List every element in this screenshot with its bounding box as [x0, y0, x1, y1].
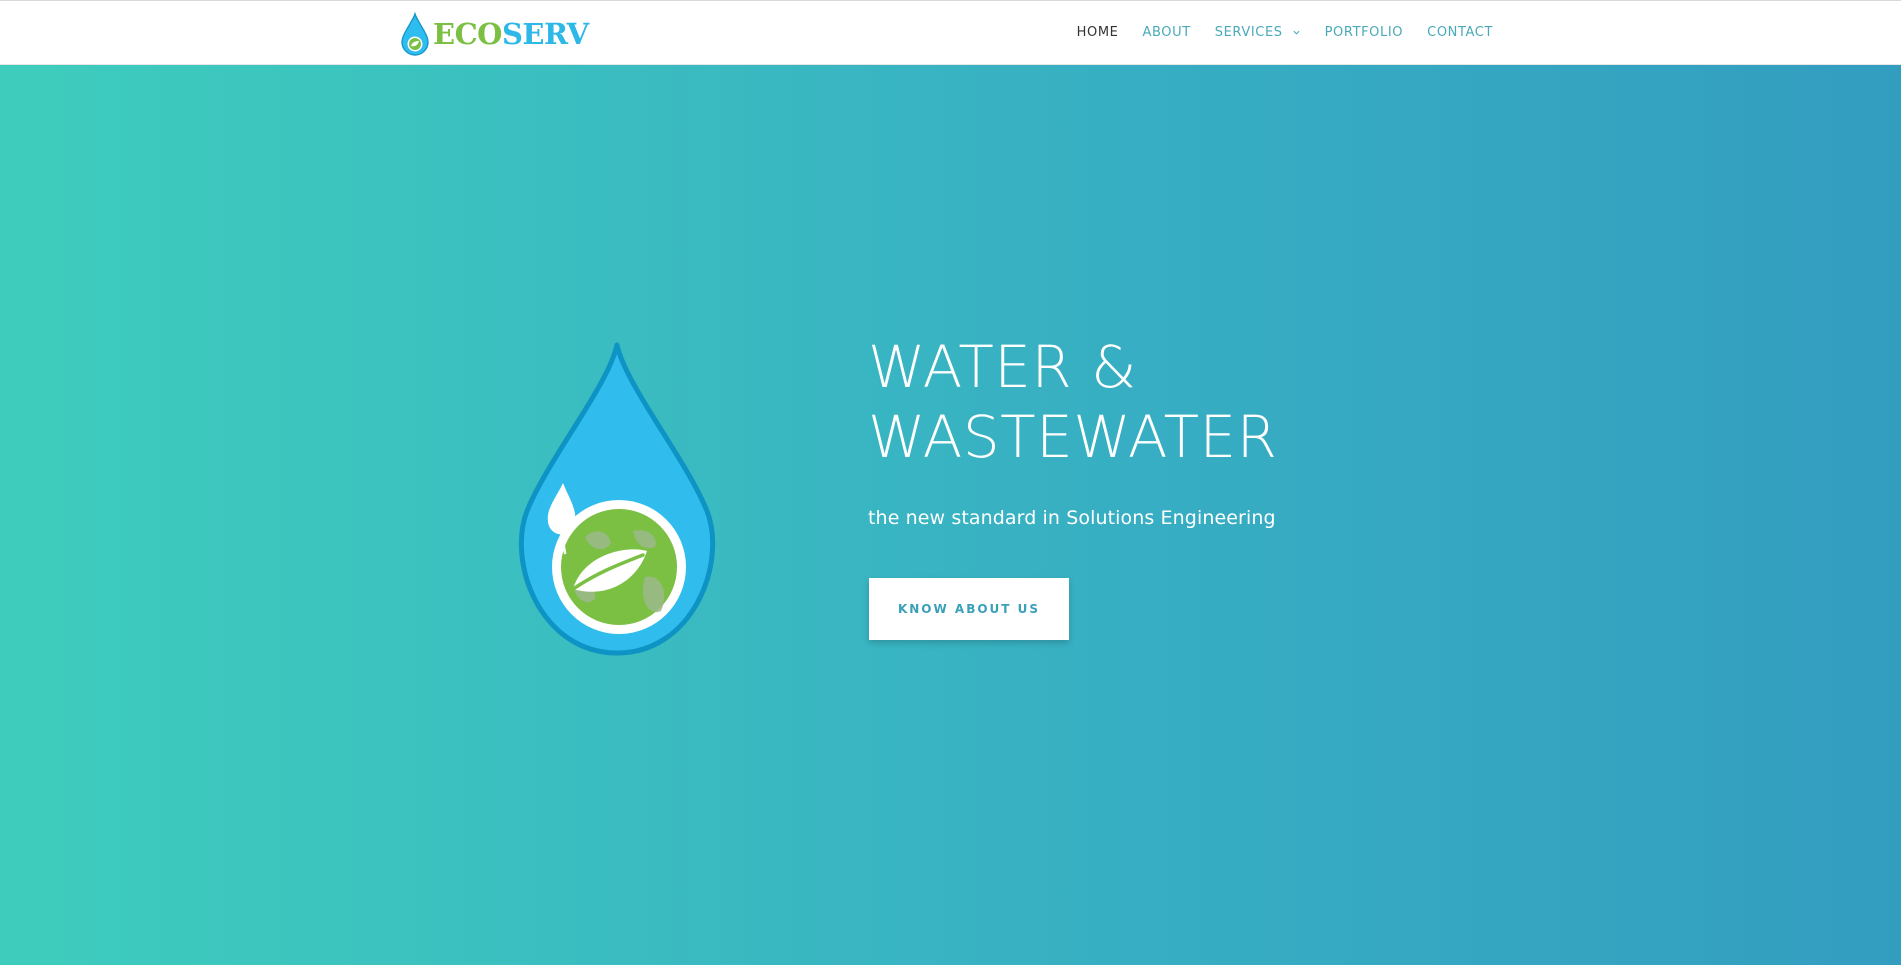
- site-header: ECOSERV HOME ABOUT SERVICES PORTFOLIO CO…: [0, 0, 1901, 65]
- main-nav: HOME ABOUT SERVICES PORTFOLIO CONTACT: [1077, 1, 1493, 64]
- chevron-down-icon: [1293, 30, 1300, 35]
- hero-title-line-2: WASTEWATER: [868, 403, 1278, 471]
- brand-name: ECOSERV: [433, 16, 589, 51]
- nav-item-portfolio[interactable]: PORTFOLIO: [1325, 25, 1404, 40]
- nav-item-services-label: SERVICES: [1214, 25, 1283, 40]
- hero-section: WATER & WASTEWATER the new standard in S…: [0, 65, 1901, 965]
- brand-logo[interactable]: ECOSERV: [400, 12, 589, 56]
- brand-name-serv: SERV: [501, 16, 589, 51]
- nav-item-contact[interactable]: CONTACT: [1427, 25, 1493, 40]
- logo-drop-icon: [401, 12, 429, 56]
- hero-title: WATER & WASTEWATER: [868, 332, 1388, 472]
- nav-item-about[interactable]: ABOUT: [1142, 25, 1190, 40]
- nav-item-services[interactable]: SERVICES: [1215, 25, 1301, 40]
- water-drop-earth-icon: [518, 342, 716, 656]
- nav-item-home[interactable]: HOME: [1077, 25, 1119, 40]
- brand-name-eco: ECO: [433, 16, 502, 51]
- hero-title-line-1: WATER &: [868, 333, 1137, 401]
- know-about-us-button[interactable]: KNOW ABOUT US: [869, 578, 1069, 640]
- hero-subtitle: the new standard in Solutions Engineerin…: [868, 507, 1276, 529]
